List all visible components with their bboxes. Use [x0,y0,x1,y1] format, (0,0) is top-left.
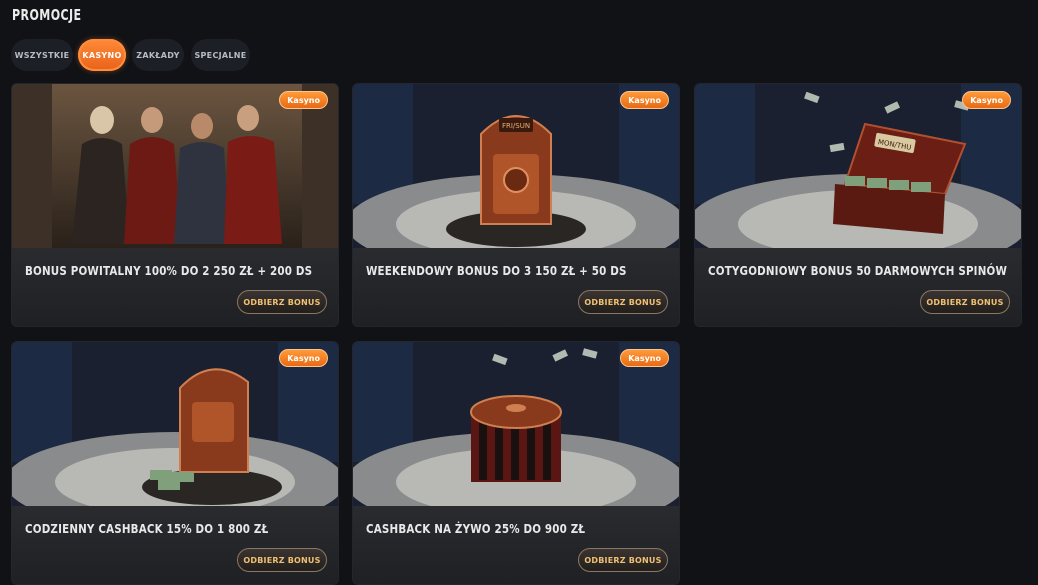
tab-betting[interactable]: ZAKŁADY [132,39,184,71]
claim-bonus-button[interactable]: ODBIERZ BONUS [578,290,668,314]
promo-card-welcome-bonus[interactable]: Kasyno BONUS POWITALNY 100% DO 2 250 ZŁ … [11,83,339,327]
claim-bonus-button[interactable]: ODBIERZ BONUS [578,548,668,572]
claim-bonus-button[interactable]: ODBIERZ BONUS [920,290,1010,314]
category-badge: Kasyno [962,91,1011,109]
category-badge: Kasyno [620,91,669,109]
claim-bonus-button[interactable]: ODBIERZ BONUS [237,290,327,314]
promo-image-live-roulette: Kasyno [353,342,679,506]
category-badge: Kasyno [620,349,669,367]
category-badge: Kasyno [279,349,328,367]
tab-all[interactable]: WSZYSTKIE [11,39,73,71]
promo-title: CASHBACK NA ŻYWO 25% DO 900 ZŁ [366,522,586,536]
promo-title: CODZIENNY CASHBACK 15% DO 1 800 ZŁ [25,522,269,536]
promo-image-slot-machine: FRI/SUN Kasyno [353,84,679,248]
promo-title: COTYGODNIOWY BONUS 50 DARMOWYCH SPINÓW [708,264,1008,278]
promo-title: WEEKENDOWY BONUS DO 3 150 ZŁ + 50 DS [366,264,627,278]
tab-casino[interactable]: KASYNO [78,39,126,71]
page-title: PROMOCJE [12,6,82,24]
promo-title: BONUS POWITALNY 100% DO 2 250 ZŁ + 200 D… [25,264,313,278]
category-badge: Kasyno [279,91,328,109]
promo-card-weekend-bonus[interactable]: FRI/SUN Kasyno WEEKENDOWY BONUS DO 3 150… [352,83,680,327]
machine-label: FRI/SUN [502,122,530,130]
promo-image-cashback-machine: Kasyno [12,342,338,506]
promo-image-money-chest: MON/THU Kasyno [695,84,1021,248]
promo-card-weekly-spins[interactable]: MON/THU Kasyno COTYGODNIOWY BONUS 50 DAR… [694,83,1022,327]
promo-card-daily-cashback[interactable]: Kasyno CODZIENNY CASHBACK 15% DO 1 800 Z… [11,341,339,585]
tab-special[interactable]: SPECJALNE [191,39,250,71]
promo-card-live-cashback[interactable]: Kasyno CASHBACK NA ŻYWO 25% DO 900 ZŁ OD… [352,341,680,585]
claim-bonus-button[interactable]: ODBIERZ BONUS [237,548,327,572]
promo-image-characters: Kasyno [12,84,338,248]
